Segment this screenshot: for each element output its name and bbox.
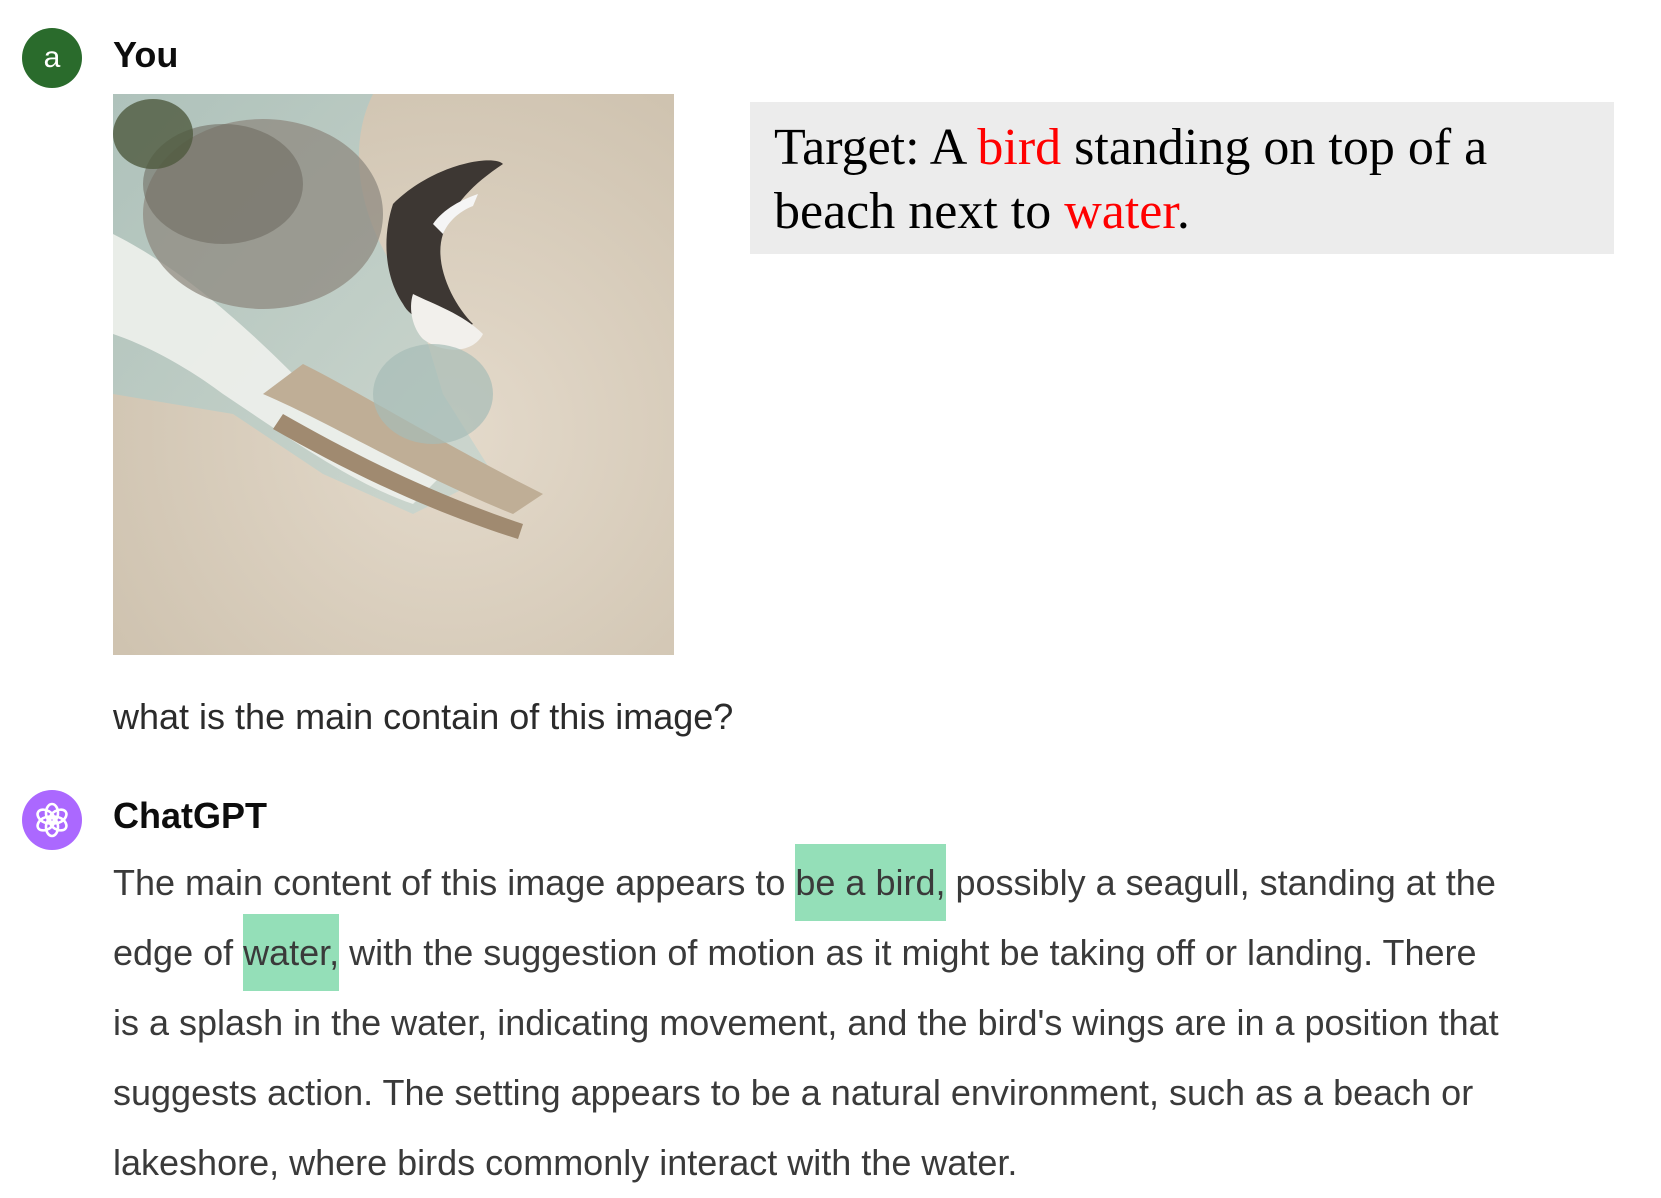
response-text: possibly a seagull, standing at the xyxy=(945,862,1496,903)
bird-beach-image xyxy=(113,94,674,655)
highlight-be-a-bird: be a bird, xyxy=(795,844,946,921)
user-avatar: a xyxy=(22,28,82,88)
assistant-message-text: The main content of this image appears t… xyxy=(113,844,1661,1198)
user-author-name: You xyxy=(113,34,179,75)
target-prefix: Target: A xyxy=(774,119,978,176)
response-text: edge of xyxy=(113,932,244,973)
response-text: with the suggestion of motion as it migh… xyxy=(339,932,1477,973)
response-line-3: is a splash in the water, indicating mov… xyxy=(113,1002,1499,1043)
user-avatar-letter: a xyxy=(43,41,61,74)
target-suffix: . xyxy=(1176,183,1190,240)
target-middle: standing on top of a xyxy=(1061,119,1488,176)
response-line-4: suggests action. The setting appears to … xyxy=(113,1072,1474,1113)
response-line-5: lakeshore, where birds commonly interact… xyxy=(113,1142,1018,1183)
target-keyword-bird: bird xyxy=(977,119,1062,176)
user-message-text: what is the main contain of this image? xyxy=(113,696,734,737)
target-caption-box: Target: A bird standing on top of a beac… xyxy=(750,102,1614,254)
openai-logo-icon xyxy=(36,802,68,838)
target-line2-prefix: beach next to xyxy=(774,183,1065,240)
chatgpt-avatar xyxy=(22,790,82,850)
target-line-2: beach next to water. xyxy=(774,180,1594,244)
target-line-1: Target: A bird standing on top of a xyxy=(774,116,1594,180)
target-keyword-water: water xyxy=(1064,183,1177,240)
assistant-author-name: ChatGPT xyxy=(113,795,268,836)
attached-image[interactable] xyxy=(113,94,674,655)
response-line-2: edge of water, with the suggestion of mo… xyxy=(113,914,1661,991)
response-line-1: The main content of this image appears t… xyxy=(113,844,1661,921)
highlight-water: water, xyxy=(243,914,340,991)
response-text: The main content of this image appears t… xyxy=(113,862,796,903)
